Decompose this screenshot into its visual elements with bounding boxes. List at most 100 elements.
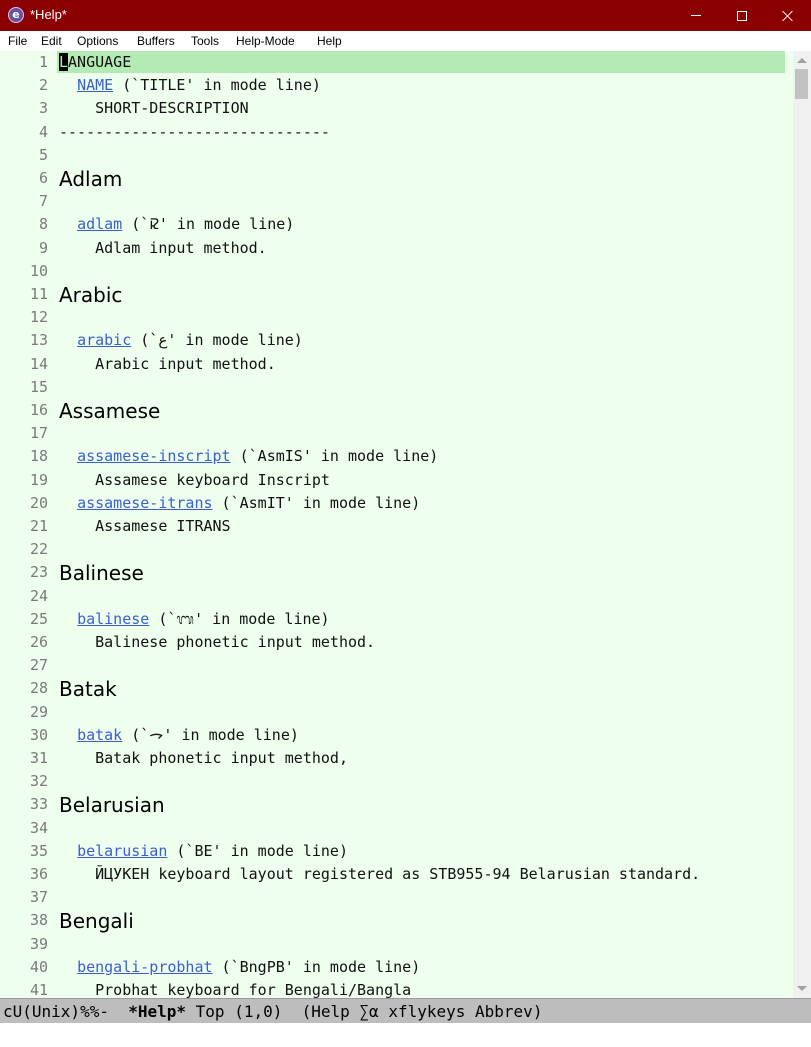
- input-method-link[interactable]: batak: [77, 726, 122, 744]
- input-method-link[interactable]: assamese-itrans: [77, 494, 212, 512]
- buffer-line: 15: [0, 376, 793, 398]
- emacs-icon[interactable]: e: [8, 7, 24, 23]
- line-number: 38: [29, 911, 48, 930]
- close-button[interactable]: [765, 0, 811, 31]
- line-text: Probhat keyboard for Bengali/Bangla: [59, 981, 412, 998]
- line-number: 31: [29, 749, 48, 767]
- help-buffer[interactable]: 1 LANGUAGE 2 NAME (`TITLE' in mode line) 3 …: [0, 51, 793, 998]
- line-number: 4: [38, 122, 48, 141]
- line-number: 28: [29, 679, 48, 698]
- line-number: 19: [29, 470, 48, 489]
- line-number: 7: [38, 192, 48, 211]
- mode-line: cU(Unix)%%- *Help* Top (1,0) (Help ∑α xf…: [0, 998, 811, 1023]
- buffer-line: 1 LANGUAGE: [0, 51, 793, 73]
- minimize-icon: [691, 15, 701, 16]
- menu-options[interactable]: Options: [77, 34, 118, 48]
- line-text: assamese-itrans (`AsmIT' in mode line): [59, 492, 420, 514]
- input-method-link[interactable]: bengali-probhat: [77, 958, 212, 976]
- line-text: NAME (`TITLE' in mode line): [59, 74, 321, 96]
- buffer-line: 32: [0, 770, 793, 792]
- buffer-line: 36 ЙЦУКЕН keyboard layout registered as …: [0, 863, 793, 885]
- input-method-link[interactable]: belarusian: [77, 842, 167, 860]
- menu-help[interactable]: Help: [317, 34, 342, 48]
- mode-line-status: cU(Unix)%%-: [3, 1002, 129, 1021]
- menu-help-mode[interactable]: Help-Mode: [236, 34, 295, 48]
- input-method-link[interactable]: arabic: [77, 331, 131, 349]
- buffer-line: 14 Arabic input method.: [0, 353, 793, 375]
- mode-line-indicator-text: (`𞤞' in mode line): [122, 215, 295, 234]
- maximize-button[interactable]: [719, 0, 765, 31]
- mode-line-info: Top (1,0) (Help ∑α xflykeys Abbrev): [186, 1002, 543, 1021]
- line-number: 35: [29, 841, 48, 860]
- mode-line-indicator-text: (`AsmIS' in mode line): [230, 447, 439, 466]
- line-number: 26: [29, 633, 48, 651]
- line-number: 24: [29, 586, 48, 605]
- vertical-scrollbar[interactable]: [793, 51, 811, 998]
- line-text: batak (`ᯎ' in mode line): [59, 724, 299, 746]
- scroll-thumb[interactable]: [795, 69, 808, 99]
- heading-text: Bengali: [59, 909, 134, 934]
- menu-buffers[interactable]: Buffers: [137, 34, 175, 48]
- line-number: 20: [29, 493, 48, 512]
- heading-text: Assamese: [59, 399, 161, 423]
- line-text: SHORT-DESCRIPTION: [59, 99, 249, 118]
- menu-file[interactable]: File: [8, 34, 27, 48]
- input-method-link[interactable]: balinese: [77, 610, 149, 628]
- title-bar: e *Help*: [0, 0, 811, 31]
- minibuffer[interactable]: [0, 1023, 811, 1047]
- mode-line-indicator-text: (`ᯎ' in mode line): [122, 725, 299, 744]
- buffer-line: 29: [0, 701, 793, 723]
- input-method-link[interactable]: NAME: [77, 76, 113, 94]
- line-number: 33: [29, 795, 48, 814]
- mode-line-indicator-text: (`ᬩ' in mode line): [149, 609, 330, 628]
- line-text: balinese (`ᬩ' in mode line): [59, 608, 330, 630]
- buffer-line: 34: [0, 817, 793, 839]
- buffer-line: 24: [0, 585, 793, 607]
- buffer-line: 19 Assamese keyboard Inscript: [0, 469, 793, 491]
- line-number: 2: [38, 76, 48, 95]
- scroll-down-arrow-icon[interactable]: [797, 986, 807, 991]
- scroll-up-arrow-icon[interactable]: [797, 58, 807, 63]
- buffer-line: 9 Adlam input method.: [0, 237, 793, 259]
- line-text: Batak phonetic input method,: [59, 749, 348, 767]
- line-number: 27: [29, 656, 48, 675]
- buffer-line: 2 NAME (`TITLE' in mode line): [0, 74, 793, 96]
- line-number: 10: [29, 261, 48, 280]
- mode-line-indicator-text: (`ع' in mode line): [131, 331, 303, 350]
- mode-line-indicator-text: (`BngPB' in mode line): [212, 957, 421, 976]
- buffer-line: 3 SHORT-DESCRIPTION: [0, 97, 793, 119]
- input-method-link[interactable]: adlam: [77, 215, 122, 233]
- buffer-line: 39: [0, 933, 793, 955]
- menu-bar: File Edit Options Buffers Tools Help-Mod…: [0, 31, 811, 51]
- menu-tools[interactable]: Tools: [191, 34, 219, 48]
- line-number: 18: [29, 447, 48, 466]
- line-number: 40: [29, 957, 48, 976]
- buffer-line: 5: [0, 144, 793, 166]
- line-number: 12: [29, 308, 48, 327]
- buffer-line: 17: [0, 422, 793, 444]
- minimize-button[interactable]: [673, 0, 719, 31]
- menu-edit[interactable]: Edit: [41, 34, 62, 48]
- line-text: arabic (`ع' in mode line): [59, 329, 303, 351]
- line-text-rest: ANGUAGE: [68, 53, 132, 71]
- line-number: 34: [29, 818, 48, 837]
- line-number: 1: [38, 53, 48, 71]
- input-method-link[interactable]: assamese-inscript: [77, 447, 231, 465]
- line-number: 3: [38, 99, 48, 118]
- heading-text: Belarusian: [59, 793, 165, 818]
- mode-line-buffer-name[interactable]: *Help*: [128, 1002, 186, 1021]
- line-number: 23: [29, 563, 48, 582]
- line-number: 16: [29, 401, 48, 419]
- line-text: Adlam input method.: [59, 238, 267, 257]
- buffer-line: 26 Balinese phonetic input method.: [0, 631, 793, 653]
- buffer-line: 40 bengali-probhat (`BngPB' in mode line…: [0, 956, 793, 978]
- heading-text: Adlam: [59, 167, 123, 191]
- heading-text: Batak: [59, 677, 117, 702]
- line-text: ЙЦУКЕН keyboard layout registered as STB…: [59, 865, 701, 883]
